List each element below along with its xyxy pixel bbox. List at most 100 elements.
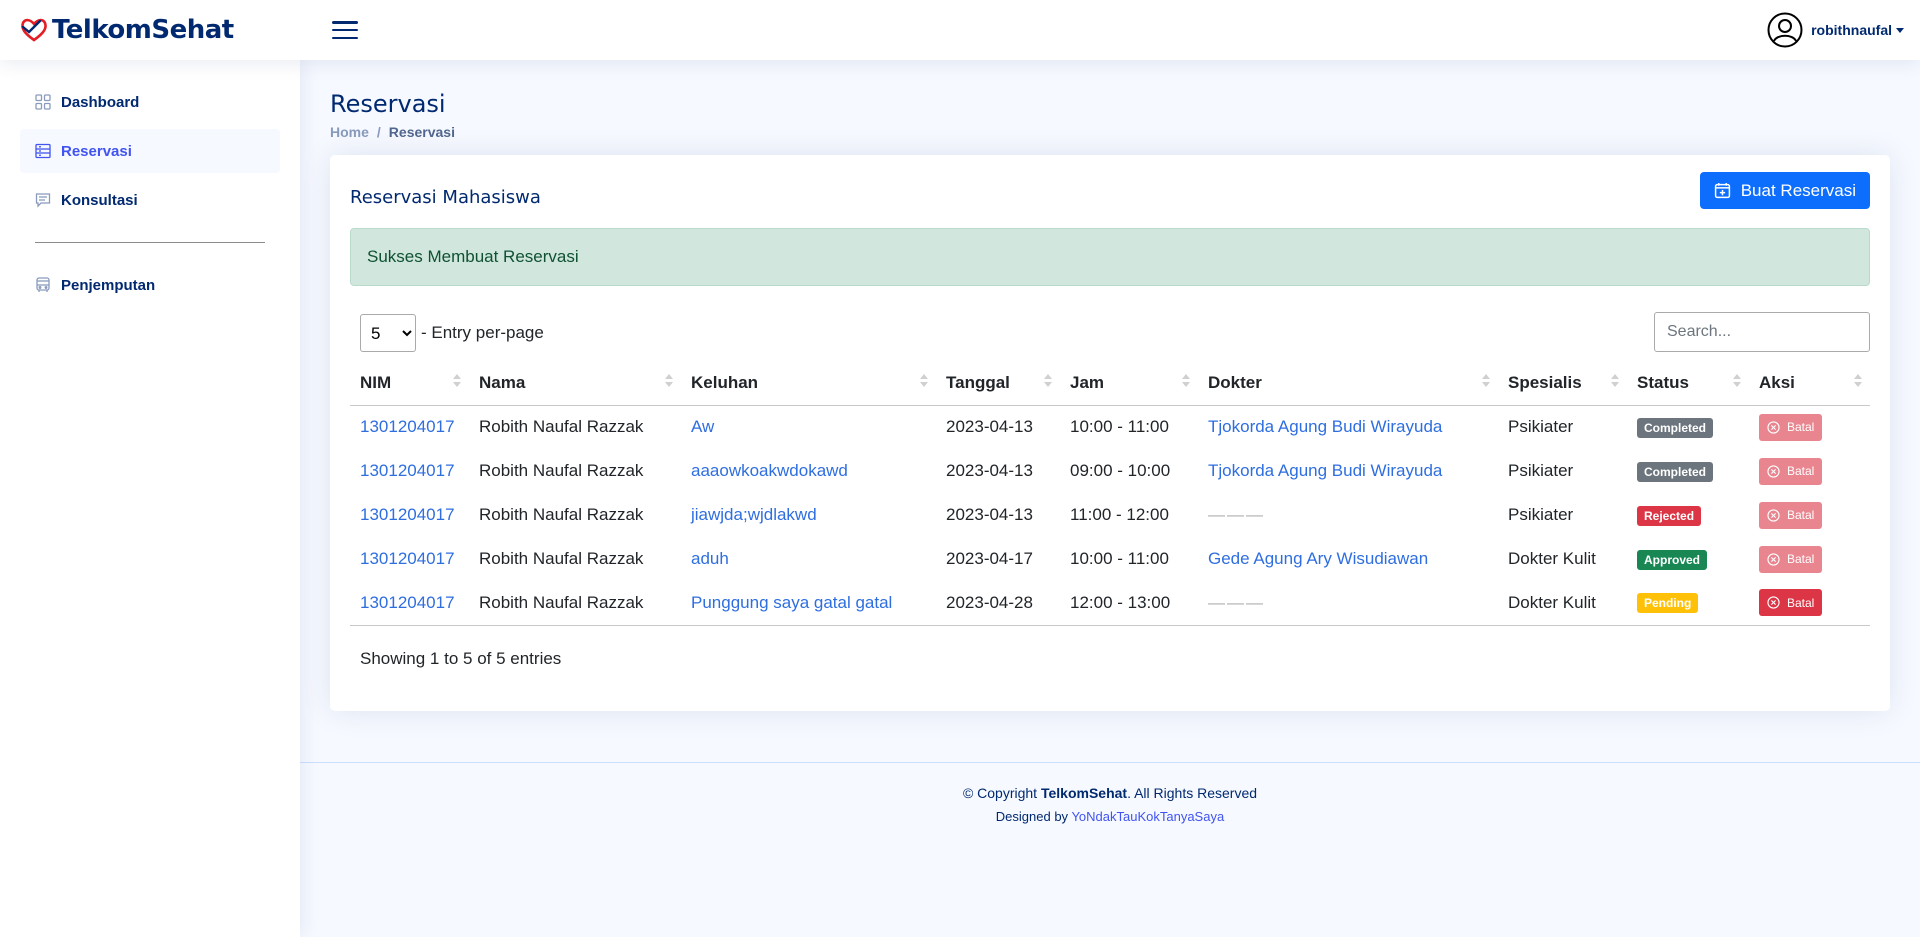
heart-logo-icon [21,18,47,42]
column-header-dokter[interactable]: Dokter [1198,361,1498,406]
x-circle-icon [1767,508,1780,522]
column-header-spesialis[interactable]: Spesialis [1498,361,1627,406]
batal-button[interactable]: Batal [1759,545,1823,573]
brand-name: TelkomSehat [52,15,234,45]
datatable-info: Showing 1 to 5 of 5 entries [360,649,562,668]
column-header-jam[interactable]: Jam [1060,361,1198,406]
logo[interactable]: TelkomSehat [20,15,310,45]
column-header-status[interactable]: Status [1627,361,1749,406]
keluhan-link[interactable]: Punggung saya gatal gatal [691,593,892,612]
batal-label: Batal [1787,508,1815,522]
spesialis-cell: Psikiater [1508,505,1574,524]
nim-link[interactable]: 1301204017 [360,417,455,436]
keluhan-link[interactable]: Aw [691,417,714,436]
nim-link[interactable]: 1301204017 [360,593,455,612]
credits: Designed by YoNdakTauKokTanyaSaya [300,809,1920,824]
x-circle-icon [1767,464,1780,478]
sort-icon [1611,374,1619,387]
sidebar-toggle-icon[interactable] [332,19,358,41]
sidebar-item-label: Dashboard [61,93,140,111]
jam-cell: 11:00 - 12:00 [1070,505,1169,524]
breadcrumb-home[interactable]: Home [330,124,369,140]
table-header-row: NIM Nama Keluhan Tanggal Jam Dokter Spes… [350,361,1870,406]
sidebar-item-penjemputan[interactable]: Penjemputan [20,263,280,307]
sidebar: Dashboard Reservasi Konsultasi Penjemput… [0,60,300,937]
keluhan-link[interactable]: aaaowkoakwdokawd [691,461,848,480]
chevron-down-icon [1896,27,1904,33]
nama-cell: Robith Naufal Razzak [479,417,644,437]
per-page-control: 5 - Entry per-page [360,314,544,352]
buat-reservasi-button[interactable]: Buat Reservasi [1699,172,1870,209]
column-header-keluhan[interactable]: Keluhan [681,361,936,406]
success-alert: Sukses Membuat Reservasi [350,228,1870,286]
batal-label: Batal [1787,552,1815,566]
search-input[interactable] [1654,312,1870,352]
profile-dropdown[interactable]: robithnaufal [1767,12,1904,48]
sidebar-item-label: Penjemputan [61,276,156,294]
dokter-link[interactable]: Tjokorda Agung Budi Wirayuda [1208,417,1442,436]
dokter-link[interactable]: Tjokorda Agung Budi Wirayuda [1208,461,1442,480]
sort-icon [1044,374,1052,387]
designer-link[interactable]: YoNdakTauKokTanyaSaya [1071,809,1224,824]
nim-link[interactable]: 1301204017 [360,461,455,480]
chat-icon [35,193,51,208]
column-header-nama[interactable]: Nama [469,361,681,406]
keluhan-link[interactable]: jiawjda;wjdlakwd [691,505,817,524]
breadcrumb-current: Reservasi [388,124,455,140]
tanggal-cell: 2023-04-17 [946,549,1033,568]
dokter-link[interactable]: Gede Agung Ary Wisudiawan [1208,549,1428,568]
sort-icon [1482,374,1490,387]
sort-icon [665,374,673,387]
sidebar-item-label: Konsultasi [61,191,138,209]
sidebar-item-reservasi[interactable]: Reservasi [20,129,280,173]
spesialis-cell: Psikiater [1508,461,1574,480]
jam-cell: 10:00 - 11:00 [1070,417,1169,437]
jam-cell: 10:00 - 11:00 [1070,549,1169,568]
keluhan-link[interactable]: aduh [691,549,729,568]
column-header-aksi[interactable]: Aksi [1749,361,1870,406]
status-badge: Pending [1637,593,1699,614]
nama-cell: Robith Naufal Razzak [479,461,644,480]
batal-button[interactable]: Batal [1759,501,1823,529]
page-title-block: Reservasi Home / Reservasi [330,90,1890,140]
jam-cell: 12:00 - 13:00 [1060,581,1198,626]
nim-link[interactable]: 1301204017 [360,505,455,524]
card-title: Reservasi Mahasiswa [350,187,541,208]
spesialis-cell: Psikiater [1508,417,1574,437]
page-title: Reservasi [330,90,446,118]
table-row: 1301204017 Robith Naufal Razzak Punggung… [350,581,1870,626]
per-page-label: - Entry per-page [421,323,544,342]
sort-icon [920,374,928,387]
dokter-empty: ——— [1208,505,1265,524]
x-circle-icon [1767,421,1780,434]
batal-button[interactable]: Batal [1759,589,1823,617]
sort-icon [1733,374,1741,387]
batal-button[interactable]: Batal [1759,413,1823,441]
copyright: © Copyright TelkomSehat. All Rights Rese… [300,785,1920,801]
sidebar-item-dashboard[interactable]: Dashboard [20,80,280,124]
header: TelkomSehat robithnaufal [0,0,1920,60]
breadcrumb-separator: / [376,124,381,140]
per-page-select[interactable]: 5 [360,314,416,352]
tanggal-cell: 2023-04-13 [946,505,1033,524]
nim-link[interactable]: 1301204017 [360,549,455,568]
spesialis-cell: Dokter Kulit [1508,549,1596,568]
designed-by-label: Designed by [995,809,1069,824]
column-header-nim[interactable]: NIM [350,361,469,406]
table-row: 1301204017 Robith Naufal Razzak aaaowkoa… [350,449,1870,493]
column-header-tanggal[interactable]: Tanggal [936,361,1060,406]
sort-icon [453,374,461,387]
status-badge: Completed [1637,417,1714,438]
copyright-prefix: © Copyright [962,785,1038,801]
user-avatar-icon [1767,12,1803,48]
status-badge: Approved [1637,549,1708,570]
table-row: 1301204017 Robith Naufal Razzak jiawjda;… [350,493,1870,537]
batal-button[interactable]: Batal [1759,457,1823,485]
reservasi-card: Reservasi Mahasiswa Buat Reservasi Sukse… [330,155,1890,711]
copyright-brand: TelkomSehat [1040,785,1128,801]
tanggal-cell: 2023-04-28 [936,581,1060,626]
batal-label: Batal [1787,464,1815,478]
reservasi-table: NIM Nama Keluhan Tanggal Jam Dokter Spes… [350,361,1870,626]
sidebar-item-konsultasi[interactable]: Konsultasi [20,178,280,222]
nama-cell: Robith Naufal Razzak [469,581,681,626]
